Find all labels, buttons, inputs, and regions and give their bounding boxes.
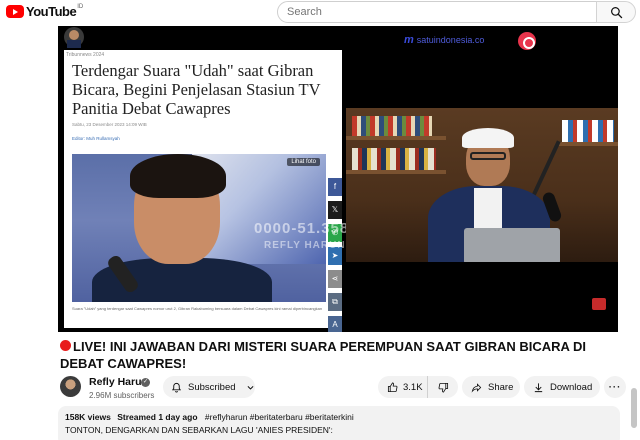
like-count: 3.1K — [403, 381, 423, 393]
books — [352, 116, 432, 136]
books — [352, 148, 436, 170]
font-size-icon: A — [328, 316, 342, 332]
description-meta: 158K views Streamed 1 day ago #reflyharu… — [65, 412, 613, 422]
host-avatar-overlay — [64, 27, 84, 48]
article-share-rail: f 𝕏 ✆ ➤ ⋖ ⧉ A — [328, 178, 342, 332]
search-input[interactable] — [278, 2, 599, 22]
share-icon: ⋖ — [328, 270, 342, 288]
like-button[interactable]: 3.1K — [378, 376, 428, 398]
view-count: 158K views — [65, 412, 111, 422]
laptop — [464, 228, 560, 262]
article-date: Sabtu, 23 Desember 2023 14:09 WIB — [72, 122, 147, 127]
masthead: YouTube ID — [0, 0, 640, 26]
channel-badge-icon — [592, 298, 606, 310]
youtube-play-icon — [6, 5, 24, 18]
host-camera-feed — [346, 108, 618, 262]
more-actions-button[interactable]: ··· — [604, 376, 626, 398]
lihat-foto-label: Lihat foto — [287, 158, 320, 166]
search-icon — [611, 7, 623, 19]
stream-date: Streamed 1 day ago — [117, 412, 198, 422]
share-arrow-icon — [471, 382, 482, 393]
subscribed-label: Subscribed — [188, 381, 236, 393]
article-caption: Suara "Udah" yang terdengar saat Cawapre… — [72, 306, 323, 311]
country-code: ID — [77, 3, 84, 10]
brand-mark-icon: m — [404, 34, 414, 46]
video-watermark-channel: REFLY HARUN — [264, 240, 346, 251]
bell-icon — [171, 382, 182, 393]
chevron-down-icon — [247, 385, 253, 390]
host-cap — [462, 128, 514, 148]
article-stamp: Tribunnews 2024 — [66, 52, 105, 58]
page-scrollbar[interactable] — [631, 388, 637, 428]
live-record-icon — [518, 32, 536, 50]
photo-hair — [130, 154, 226, 198]
description-box[interactable]: 158K views Streamed 1 day ago #reflyharu… — [58, 406, 620, 440]
player-lower-area — [346, 262, 618, 332]
channel-name[interactable]: Refly Harun — [89, 376, 148, 388]
books — [562, 120, 614, 142]
article-editor: Editor: Muh Rullamsyah — [72, 136, 120, 141]
more-horizontal-icon: ··· — [608, 381, 622, 393]
dislike-button[interactable] — [428, 382, 458, 393]
youtube-logo[interactable]: YouTube ID — [6, 4, 83, 19]
logo-text: YouTube — [26, 4, 77, 19]
copy-link-icon: ⧉ — [328, 293, 342, 311]
facebook-icon: f — [328, 178, 342, 196]
subscribed-button[interactable]: Subscribed — [163, 376, 255, 398]
stream-brand-text: satuindonesia.co — [416, 35, 485, 45]
video-title: LIVE! INI JAWABAN DARI MISTERI SUARA PER… — [60, 339, 587, 371]
subscriber-count: 2.96M subscribers — [89, 391, 155, 400]
stream-brand-logo: m satuindonesia.co — [404, 34, 484, 46]
article-title: Terdengar Suara "Udah" saat Gibran Bicar… — [72, 61, 321, 118]
description-first-line: TONTON, DENGARKAN DAN SEBARKAN LAGU 'ANI… — [65, 425, 333, 435]
article-screenshot: Tribunnews 2024 Terdengar Suara "Udah" s… — [64, 50, 342, 332]
x-icon: 𝕏 — [328, 201, 342, 219]
search-box[interactable] — [277, 1, 600, 23]
like-dislike-group: 3.1K — [378, 376, 458, 398]
shelf — [346, 170, 446, 174]
video-player[interactable]: m satuindonesia.co Tribunnews 2024 Terde… — [58, 26, 618, 332]
share-label: Share — [488, 381, 514, 393]
verified-check-icon: ✓ — [141, 378, 150, 387]
download-icon — [534, 382, 543, 392]
shelf — [346, 136, 446, 140]
host-glasses — [470, 152, 506, 160]
video-watermark: 0000-51.358 — [254, 220, 350, 237]
shelf — [558, 142, 618, 146]
download-label: Download — [550, 381, 593, 393]
thumbs-down-icon — [438, 382, 448, 392]
search-button[interactable] — [596, 1, 636, 23]
thumbs-up-icon — [387, 382, 398, 392]
channel-avatar[interactable] — [60, 376, 81, 397]
download-button[interactable]: Download — [524, 376, 600, 398]
hashtags[interactable]: #reflyharun #beritaterbaru #beritaterkin… — [205, 412, 354, 422]
share-button[interactable]: Share — [462, 376, 520, 398]
